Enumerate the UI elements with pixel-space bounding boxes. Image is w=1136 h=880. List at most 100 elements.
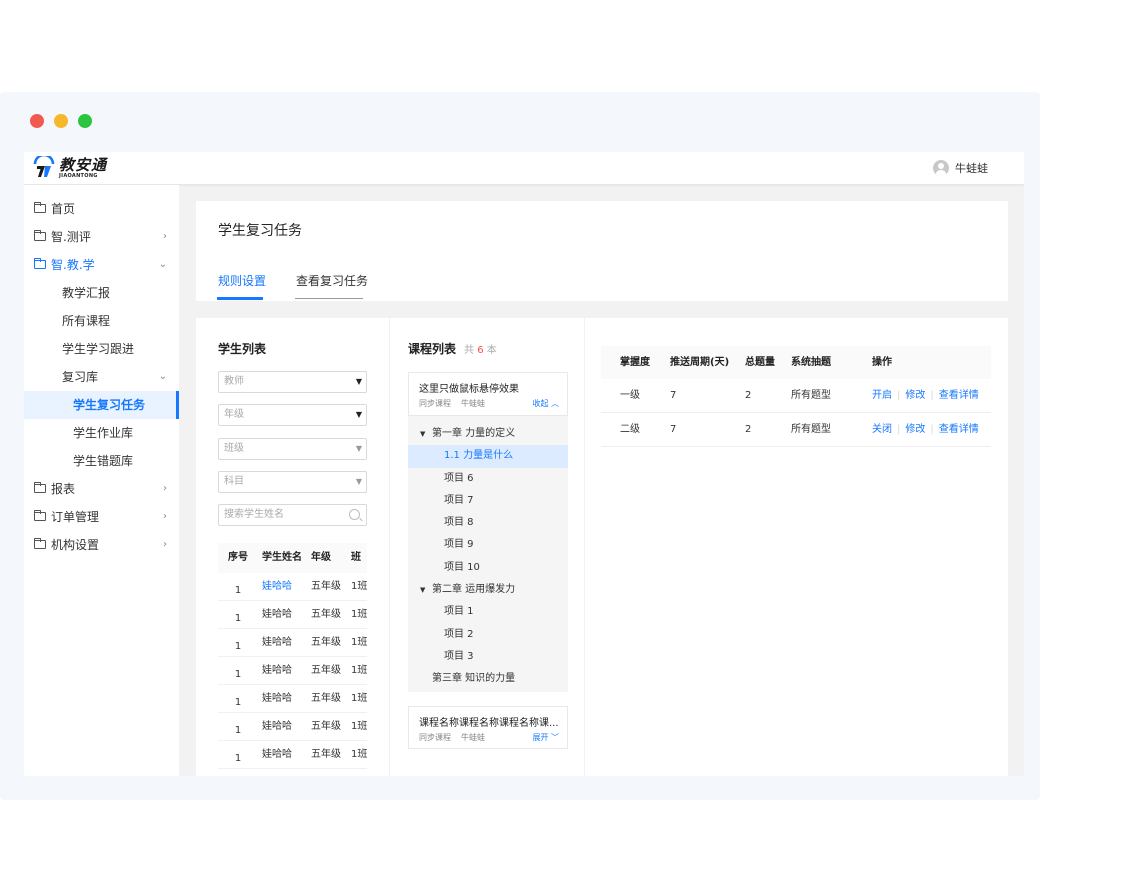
sidebar-item-label: 复习库 <box>62 370 99 384</box>
student-class: 1班 <box>351 721 367 732</box>
course-card[interactable]: 课程名称课程名称课程名称课... 同步课程 牛蛙蛙 展开 ﹀ <box>408 706 568 749</box>
course-chapter-tree: ▼ 第一章 力量的定义 1.1 力量是什么 项目 6 项目 7 项目 8 项目 … <box>408 416 568 692</box>
student-name[interactable]: 娃哈哈 <box>258 741 311 768</box>
tab-view-review-tasks[interactable]: 查看复习任务 <box>296 272 368 289</box>
tree-section[interactable]: 项目 7 <box>408 490 568 512</box>
table-row[interactable]: 1 娃哈哈 五年级 1班 <box>218 685 367 713</box>
column-header: 操作 <box>872 357 892 368</box>
edit-link[interactable]: 修改 <box>905 424 925 435</box>
tree-chapter[interactable]: ▼ 第二章 运用爆发力 <box>408 579 568 601</box>
table-row[interactable]: 1 娃哈哈 五年级 1班 <box>218 629 367 657</box>
edit-link[interactable]: 修改 <box>905 390 925 401</box>
folder-icon <box>34 482 46 493</box>
student-name-link[interactable]: 娃哈哈 <box>258 573 311 600</box>
enable-link[interactable]: 开启 <box>872 390 892 401</box>
divider: | <box>897 424 901 435</box>
grade-select[interactable]: 年级 ▼ <box>218 404 367 426</box>
course-card[interactable]: 这里只做鼠标悬停效果 同步课程 牛蛙蛙 收起 ︿ <box>408 372 568 416</box>
sidebar-item-label: 所有课程 <box>62 314 111 328</box>
class-select[interactable]: 班级 ▼ <box>218 438 367 460</box>
total-questions: 2 <box>745 390 752 401</box>
tree-section[interactable]: 项目 2 <box>408 624 568 646</box>
student-name[interactable]: 娃哈哈 <box>258 601 311 628</box>
sidebar-item-org-settings[interactable]: 机构设置 › <box>24 531 179 559</box>
sidebar-item-assessment[interactable]: 智.测评 › <box>24 223 179 251</box>
sidebar-item-student-tracking[interactable]: 学生学习跟进 <box>24 335 179 363</box>
tree-section[interactable]: 项目 9 <box>408 534 568 556</box>
sidebar-item-reports[interactable]: 报表 › <box>24 475 179 503</box>
student-name[interactable]: 娃哈哈 <box>258 629 311 656</box>
tree-section[interactable]: 项目 1 <box>408 601 568 623</box>
folder-icon <box>34 510 46 521</box>
table-row[interactable]: 1 娃哈哈 五年级 1班 <box>218 741 367 769</box>
tree-section[interactable]: 项目 10 <box>408 557 568 579</box>
course-card-title: 这里只做鼠标悬停效果 <box>419 384 519 395</box>
sidebar-item-label: 学生学习跟进 <box>62 342 135 356</box>
logo-subtitle: JIAOANTONG <box>59 173 98 179</box>
sidebar-item-all-courses[interactable]: 所有课程 <box>24 307 179 335</box>
table-row[interactable]: 1 娃哈哈 五年级 1班 <box>218 573 367 601</box>
student-grade: 五年级 <box>311 749 341 760</box>
course-author: 牛蛙蛙 <box>461 399 485 408</box>
student-name[interactable]: 娃哈哈 <box>258 657 311 684</box>
minimize-window-dot[interactable] <box>54 114 68 128</box>
divider: | <box>897 390 901 401</box>
folder-icon <box>34 202 46 213</box>
tree-section[interactable]: 项目 3 <box>408 646 568 668</box>
student-name[interactable]: 娃哈哈 <box>258 713 311 740</box>
sidebar-item-review-library[interactable]: 复习库 ⌄ <box>24 363 179 391</box>
user-menu[interactable]: 牛蛙蛙 <box>933 160 988 176</box>
teacher-select[interactable]: 教师 ▼ <box>218 371 367 393</box>
sidebar-item-mistake-library[interactable]: 学生错题库 <box>24 447 179 475</box>
tree-section[interactable]: 项目 8 <box>408 512 568 534</box>
view-detail-link[interactable]: 查看详情 <box>939 424 979 435</box>
view-detail-link[interactable]: 查看详情 <box>939 390 979 401</box>
sidebar-item-teaching-report[interactable]: 教学汇报 <box>24 279 179 307</box>
collapse-label: 收起 <box>532 399 549 408</box>
sidebar-item-home[interactable]: 首页 <box>24 195 179 223</box>
close-window-dot[interactable] <box>30 114 44 128</box>
student-name[interactable]: 娃哈哈 <box>258 685 311 712</box>
tree-section[interactable]: 项目 6 <box>408 468 568 490</box>
rules-table-header: 掌握度 推送周期(天) 总题量 系统抽题 操作 <box>601 346 991 379</box>
tree-chapter[interactable]: ▼ 第一章 力量的定义 <box>408 423 568 445</box>
chevron-down-icon: ﹀ <box>551 733 559 742</box>
row-number: 1 <box>234 697 242 708</box>
tree-section-selected[interactable]: 1.1 力量是什么 <box>408 445 568 468</box>
expand-button[interactable]: 展开 ﹀ <box>532 732 559 743</box>
caret-down-icon: ▼ <box>355 444 362 453</box>
sidebar-item-label: 教学汇报 <box>62 286 111 300</box>
sidebar-item-student-review-tasks[interactable]: 学生复习任务 <box>24 391 179 419</box>
table-row[interactable]: 1 娃哈哈 五年级 1班 <box>218 657 367 685</box>
column-header: 推送周期(天) <box>670 357 730 368</box>
chevron-right-icon: › <box>163 231 167 242</box>
chevron-up-icon: ︿ <box>551 399 559 408</box>
course-count-number: 6 <box>477 345 484 356</box>
logo[interactable]: 教安通 JIAOANTONG <box>32 155 107 181</box>
row-actions: 开启 | 修改 | 查看详情 <box>872 379 991 412</box>
course-list-panel: 课程列表共 6 本 这里只做鼠标悬停效果 同步课程 牛蛙蛙 收起 ︿ ▼ 第一章 … <box>390 318 584 776</box>
table-row[interactable]: 1 娃哈哈 五年级 1班 <box>218 601 367 629</box>
tab-rule-settings[interactable]: 规则设置 <box>218 272 266 289</box>
student-class: 1班 <box>351 581 367 592</box>
grade-select-placeholder: 年级 <box>224 409 244 420</box>
tree-chapter[interactable]: 第三章 知识的力量 <box>408 668 568 690</box>
course-count-prefix: 共 <box>464 345 475 356</box>
search-icon[interactable] <box>349 509 360 520</box>
collapse-button[interactable]: 收起 ︿ <box>532 398 559 409</box>
student-grade: 五年级 <box>311 721 341 732</box>
sidebar-item-teaching[interactable]: 智.教.学 ⌄ <box>24 251 179 279</box>
page-title: 学生复习任务 <box>218 223 302 239</box>
sidebar: 首页 智.测评 › 智.教.学 ⌄ 教学汇报 所有课程 学生学习跟进 复习库 ⌄… <box>24 185 179 776</box>
maximize-window-dot[interactable] <box>78 114 92 128</box>
disable-link[interactable]: 关闭 <box>872 424 892 435</box>
caret-down-icon: ▼ <box>420 586 426 595</box>
sidebar-item-homework-library[interactable]: 学生作业库 <box>24 419 179 447</box>
tree-chapter-label: 第一章 力量的定义 <box>432 428 516 439</box>
sidebar-item-orders[interactable]: 订单管理 › <box>24 503 179 531</box>
table-row[interactable]: 1 娃哈哈 五年级 1班 <box>218 713 367 741</box>
subject-select[interactable]: 科目 ▼ <box>218 471 367 493</box>
student-search-input[interactable]: 搜索学生姓名 <box>218 504 367 526</box>
rule-settings-panel: 掌握度 推送周期(天) 总题量 系统抽题 操作 一级 7 2 所有题型 开启 | 修… <box>585 318 1008 776</box>
column-header: 序号 <box>228 552 248 563</box>
